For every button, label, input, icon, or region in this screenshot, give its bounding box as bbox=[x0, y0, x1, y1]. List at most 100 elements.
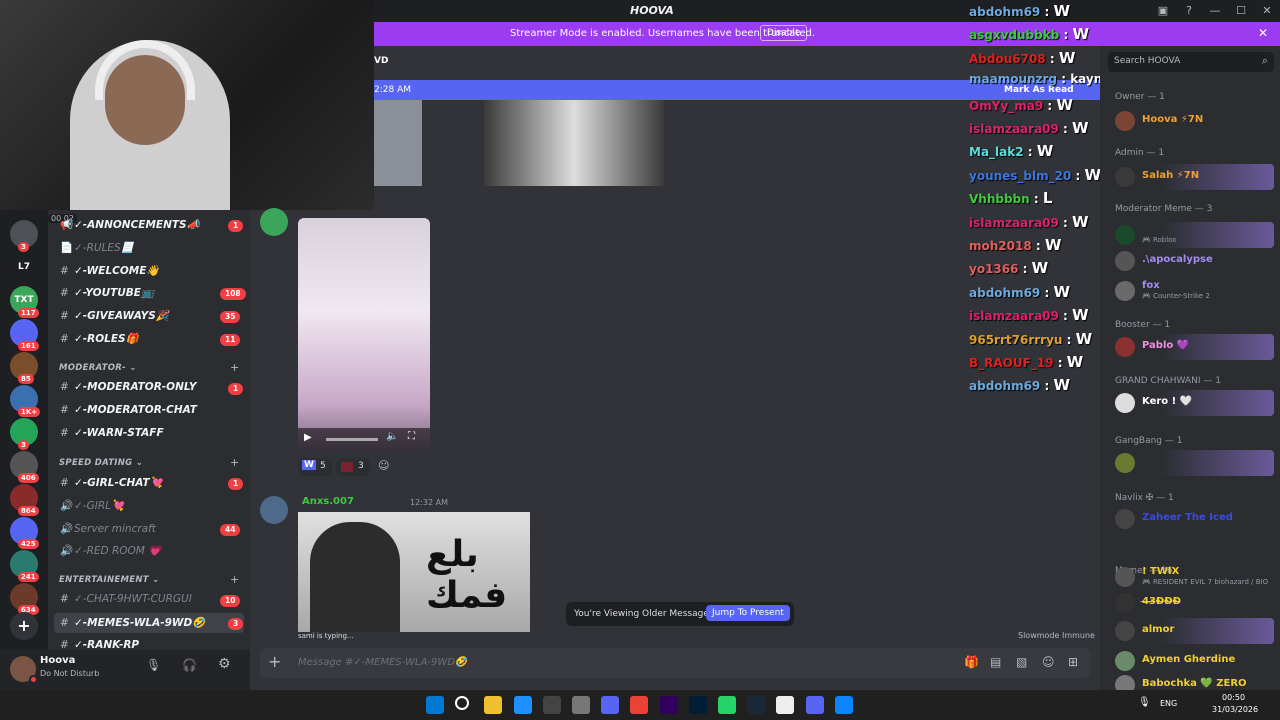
add-channel-icon[interactable]: + bbox=[230, 573, 239, 586]
mark-as-read-button[interactable]: Mark As Read bbox=[1004, 85, 1074, 95]
close-icon[interactable]: ✕ bbox=[1258, 26, 1268, 40]
microphone-icon[interactable]: 🎙 bbox=[1138, 697, 1151, 708]
emoji-icon bbox=[341, 462, 353, 472]
channel-item[interactable]: # ✓-YOUTUBE📺 bbox=[60, 286, 154, 299]
server-badge: 241 bbox=[18, 572, 39, 582]
image-attachment[interactable]: بلع فمك bbox=[298, 512, 530, 632]
fullscreen-icon[interactable]: ⛶ bbox=[408, 431, 415, 442]
reaction-2[interactable]: 3 bbox=[336, 458, 370, 476]
member-item[interactable]: fox 🎮 Counter-Strike 2 bbox=[1112, 278, 1274, 304]
add-reaction-icon[interactable]: ☺ bbox=[378, 459, 389, 472]
video-thumbnail[interactable] bbox=[484, 100, 664, 186]
member-group-header: Booster — 1 bbox=[1115, 320, 1171, 330]
chrome-icon[interactable] bbox=[630, 696, 649, 714]
channel-item[interactable]: 🔊✓-GIRL💘 bbox=[60, 499, 124, 512]
member-item[interactable]: almor bbox=[1112, 618, 1274, 644]
channel-item[interactable]: # ✓-MEMES-WLA-9WD🤣 bbox=[60, 616, 205, 629]
edge-icon[interactable] bbox=[513, 696, 532, 714]
discord-icon[interactable] bbox=[601, 696, 620, 714]
premiere-icon[interactable] bbox=[659, 696, 678, 714]
channel-item[interactable]: # ✓-RANK-RP bbox=[60, 639, 139, 651]
whatsapp-icon[interactable] bbox=[718, 696, 736, 714]
slowmode-label: Slowmode Immune bbox=[1018, 631, 1095, 640]
search-icon[interactable] bbox=[455, 696, 470, 710]
gif-icon[interactable]: ▤ bbox=[990, 655, 1001, 669]
microphone-icon[interactable]: 🎙 bbox=[146, 658, 161, 672]
category-moderator[interactable]: MODERATOR- ⌄ bbox=[59, 363, 137, 373]
channel-item[interactable]: # ✓-WARN-STAFF bbox=[60, 427, 164, 439]
headphones-icon[interactable]: 🎧 bbox=[182, 658, 197, 672]
maximize-button[interactable]: ☐ bbox=[1228, 0, 1254, 22]
file-explorer-icon[interactable] bbox=[484, 696, 503, 714]
discord-app-icon[interactable] bbox=[805, 696, 824, 714]
channel-item[interactable]: 📄✓-RULES📃 bbox=[60, 241, 134, 254]
streamer-mode-banner: Streamer Mode is enabled. Usernames have… bbox=[374, 22, 1280, 46]
member-item[interactable]: Salah ⚡7N bbox=[1112, 164, 1274, 190]
category-entertainement[interactable]: ENTERTAINEMENT ⌄ bbox=[59, 575, 160, 585]
channel-item[interactable]: 🔊✓-RED ROOM 💗 bbox=[60, 544, 161, 557]
channel-item[interactable]: # ✓-CHAT-9HWT-CURGUI bbox=[60, 593, 192, 605]
add-channel-icon[interactable]: + bbox=[230, 456, 239, 469]
channel-item[interactable]: 📢✓-ANNONCEMENTS📣 bbox=[60, 218, 200, 231]
search-input[interactable]: Search HOOVA bbox=[1114, 56, 1180, 66]
person-figure bbox=[310, 522, 400, 632]
gift-icon[interactable]: 🎁 bbox=[964, 655, 979, 669]
inbox-icon[interactable]: ▣ bbox=[1150, 0, 1176, 22]
channel-item[interactable]: # ✓-WELCOME👋 bbox=[60, 264, 159, 277]
reaction-w[interactable]: W 5 bbox=[298, 458, 332, 476]
channel-item[interactable]: # ✓-MODERATOR-CHAT bbox=[60, 404, 197, 416]
jump-to-present-button[interactable]: Jump To Present bbox=[706, 605, 790, 621]
close-button[interactable]: ✕ bbox=[1254, 0, 1280, 22]
language-indicator[interactable]: ENG bbox=[1160, 699, 1177, 708]
add-attachment-icon[interactable]: + bbox=[268, 652, 281, 671]
media-player-icon[interactable] bbox=[776, 696, 795, 714]
member-item[interactable]: .\apocalypse bbox=[1112, 248, 1274, 274]
search-box[interactable]: Search HOOVA ⌕ bbox=[1108, 52, 1274, 72]
member-item[interactable]: Hoova ⚡7N bbox=[1112, 108, 1274, 134]
emoji-icon[interactable]: ☺ bbox=[1042, 655, 1055, 669]
server-icon[interactable]: L7 bbox=[10, 253, 38, 281]
video-attachment[interactable]: ▶ 🔈 ⛶ bbox=[298, 218, 430, 450]
member-item[interactable]: Aymen Gherdine bbox=[1112, 648, 1274, 674]
taskbar: ENG 00:50 31/03/2026 🎙 bbox=[0, 690, 1280, 720]
channel-item[interactable]: # ✓-GIVEAWAYS🎉 bbox=[60, 309, 169, 322]
member-item[interactable]: Kero ! 🤍 bbox=[1112, 390, 1274, 416]
channel-icon: # bbox=[60, 638, 69, 651]
video-progress[interactable] bbox=[326, 438, 378, 441]
play-icon[interactable]: ▶ bbox=[304, 432, 312, 443]
channel-item[interactable]: # ✓-MODERATOR-ONLY bbox=[60, 381, 197, 393]
clock-date[interactable]: 31/03/2026 bbox=[1212, 705, 1258, 714]
volume-icon[interactable]: 🔈 bbox=[386, 431, 398, 442]
chat-message: W bbox=[1044, 236, 1062, 254]
member-item[interactable]: ! TWIX 🎮 RESIDENT EVIL 7 biohazard / BIO bbox=[1112, 564, 1274, 590]
member-item[interactable]: Zaheer The Iced bbox=[1112, 506, 1274, 532]
steam-icon[interactable] bbox=[747, 696, 766, 714]
widgets-icon[interactable] bbox=[834, 696, 853, 714]
help-icon[interactable]: ? bbox=[1176, 0, 1202, 22]
settings-icon[interactable] bbox=[572, 696, 590, 714]
sticker-icon[interactable]: ▧ bbox=[1016, 655, 1027, 669]
channel-item[interactable]: # ✓-GIRL-CHAT💘 bbox=[60, 476, 163, 489]
add-channel-icon[interactable]: + bbox=[230, 361, 239, 374]
channel-item[interactable]: 🔊Server mincraft bbox=[60, 522, 156, 535]
gear-icon[interactable]: ⚙ bbox=[218, 656, 231, 672]
member-item[interactable]: 4̶3̶Ɖ̶Ɖ̶Ɖ̶ bbox=[1112, 590, 1274, 616]
member-item[interactable]: 🎮 Roblox bbox=[1112, 222, 1274, 248]
minimize-button[interactable]: — bbox=[1202, 0, 1228, 22]
clock-time[interactable]: 00:50 bbox=[1222, 693, 1245, 702]
photoshop-icon[interactable] bbox=[688, 696, 707, 714]
add-server-icon[interactable]: + bbox=[10, 612, 38, 640]
member-item[interactable]: Pablo 💜 bbox=[1112, 334, 1274, 360]
message-input[interactable]: + Message #✓-MEMES-WLA-9WD🤣 🎁 ▤ ▧ ☺ ⊞ bbox=[260, 648, 1090, 678]
avatar[interactable] bbox=[260, 496, 288, 524]
channel-name: ✓-RANK-RP bbox=[74, 638, 140, 651]
channel-item[interactable]: # ✓-ROLES🎁 bbox=[60, 332, 139, 345]
disable-button[interactable]: Disable bbox=[760, 25, 808, 41]
apps-icon[interactable]: ⊞ bbox=[1068, 655, 1078, 669]
store-icon[interactable] bbox=[542, 696, 561, 714]
message-author[interactable]: Anxs.007 bbox=[302, 496, 354, 507]
category-speed-dating[interactable]: SPEED DATING ⌄ bbox=[59, 458, 143, 468]
video-thumbnail[interactable] bbox=[374, 100, 422, 186]
member-item[interactable] bbox=[1112, 450, 1274, 476]
start-icon[interactable] bbox=[426, 696, 444, 714]
